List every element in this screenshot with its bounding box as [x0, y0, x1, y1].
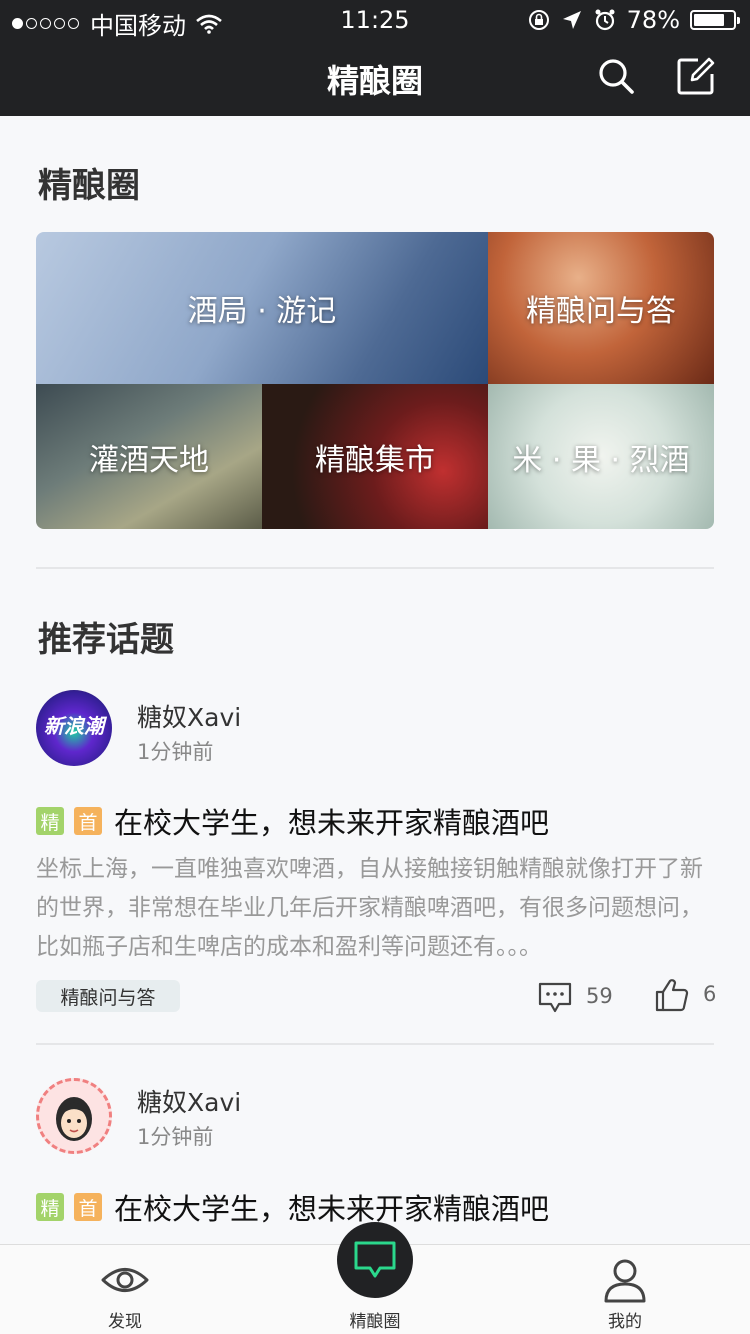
post-time: 1分钟前 [137, 1125, 214, 1149]
user-icon [604, 1259, 646, 1303]
post-divider [36, 1043, 714, 1045]
category-grid: 酒局 · 游记 精酿问与答 灌酒天地 精酿集市 米 · 果 · 烈酒 [36, 232, 714, 529]
featured-badge: 精 [36, 807, 64, 835]
chat-bubble-icon [354, 1241, 396, 1278]
orientation-lock-icon [528, 10, 549, 30]
thumbs-up-icon[interactable] [655, 978, 689, 1012]
status-right: 78% [527, 6, 740, 34]
category-tile-drinking-travel[interactable]: 酒局 · 游记 [36, 232, 488, 384]
category-label: 灌酒天地 [89, 442, 209, 478]
page-title: 精酿圈 [326, 62, 423, 100]
section-divider [36, 567, 714, 569]
category-label: 精酿问与答 [526, 294, 676, 329]
post-username[interactable]: 糖奴Xavi [137, 698, 241, 734]
comment-count: 59 [586, 984, 613, 1008]
post-tag[interactable]: 精酿问与答 [36, 980, 180, 1012]
category-label: 米 · 果 · 烈酒 [512, 442, 690, 478]
tab-label: 发现 [108, 1312, 142, 1332]
edit-icon[interactable] [676, 56, 716, 96]
location-icon [562, 11, 581, 29]
avatar[interactable] [36, 1078, 112, 1154]
first-badge: 首 [74, 807, 102, 835]
post-title: 在校大学生，想未来开家精酿酒吧 [114, 1192, 550, 1226]
category-label: 酒局 · 游记 [187, 294, 337, 329]
search-icon[interactable] [596, 56, 636, 96]
category-tile-drinking-world[interactable]: 灌酒天地 [36, 384, 262, 529]
tab-label: 精酿圈 [349, 1312, 401, 1332]
avatar[interactable]: 新浪潮 [36, 690, 112, 766]
battery-percent: 78% [626, 6, 680, 34]
status-bar: 中国移动 11:25 78% [0, 0, 750, 40]
tab-label: 我的 [608, 1312, 642, 1332]
post-title-row[interactable]: 精 首 在校大学生，想未来开家精酿酒吧 [36, 1186, 549, 1228]
eye-icon [101, 1268, 149, 1292]
battery-level [694, 14, 724, 26]
post-username[interactable]: 糖奴Xavi [137, 1083, 241, 1119]
featured-badge: 精 [36, 1193, 64, 1221]
circle-section-title: 精酿圈 [38, 166, 140, 206]
nav-bar: 精酿圈 [0, 40, 750, 116]
cartoon-face-icon [56, 1097, 92, 1141]
battery-icon [690, 10, 740, 30]
category-tile-rice-fruit-spirits[interactable]: 米 · 果 · 烈酒 [488, 384, 714, 529]
category-tile-qa[interactable]: 精酿问与答 [488, 232, 714, 384]
post-body: 坐标上海，一直唯独喜欢啤酒，自从接触接钥触精酿就像打开了新的世界，非常想在毕业几… [36, 856, 703, 960]
tab-me[interactable]: 我的 [500, 1245, 750, 1334]
post-title: 在校大学生，想未来开家精酿酒吧 [114, 806, 550, 840]
topics-section-title: 推荐话题 [38, 620, 174, 660]
tab-discover[interactable]: 发现 [0, 1245, 250, 1334]
category-tile-market[interactable]: 精酿集市 [262, 384, 488, 529]
alarm-icon [595, 9, 615, 31]
post-title-row[interactable]: 精 首 在校大学生，想未来开家精酿酒吧 [36, 800, 549, 842]
category-label: 精酿集市 [315, 442, 435, 478]
comment-icon[interactable] [538, 982, 572, 1014]
post-time: 1分钟前 [137, 740, 214, 764]
avatar-text: 新浪潮 [44, 714, 104, 738]
first-badge: 首 [74, 1193, 102, 1221]
circle-center-button[interactable] [337, 1222, 413, 1298]
like-count: 6 [703, 982, 717, 1006]
